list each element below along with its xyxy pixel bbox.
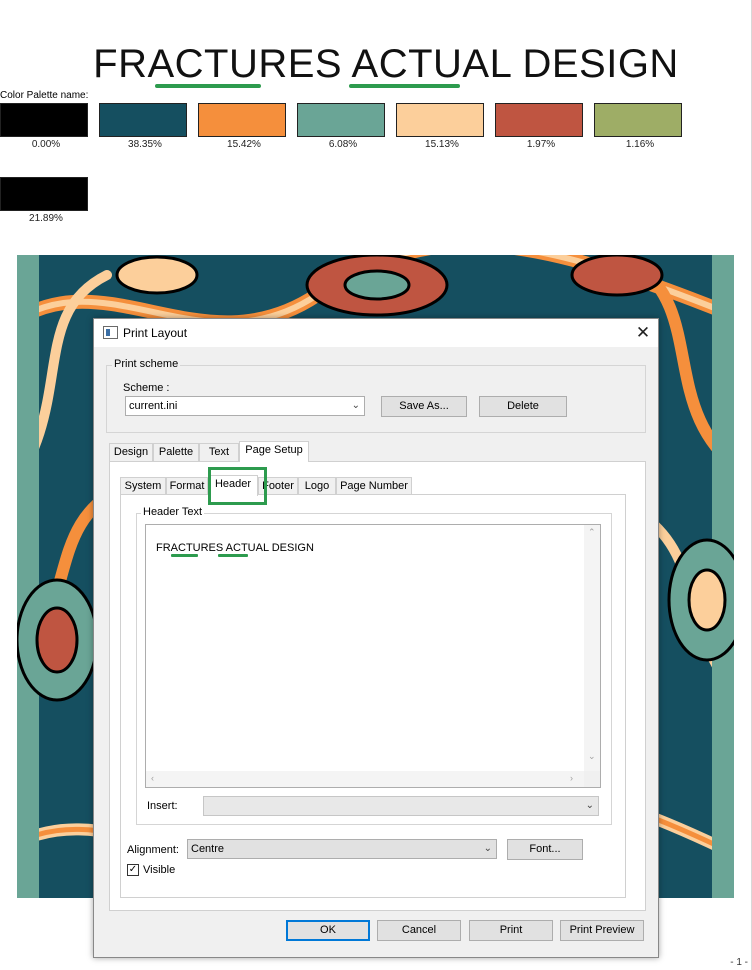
print-layout-dialog: Print Layout ✕ Print scheme Scheme : cur… bbox=[93, 318, 659, 958]
palette-percent: 1.97% bbox=[526, 139, 556, 150]
dialog-titlebar[interactable]: Print Layout ✕ bbox=[94, 319, 658, 347]
chevron-down-icon: ⌄ bbox=[483, 843, 492, 854]
header-panel: Header Text FRACTURES ACTUAL DESIGN ⌃ ⌄ … bbox=[120, 494, 626, 898]
alignment-value: Centre bbox=[191, 843, 225, 855]
title-underline-1 bbox=[155, 84, 261, 88]
text-underline-1 bbox=[171, 554, 198, 557]
palette-label: Color Palette name: bbox=[0, 90, 89, 101]
header-text-group: Header Text FRACTURES ACTUAL DESIGN ⌃ ⌄ … bbox=[136, 506, 612, 825]
scrollbar-corner bbox=[584, 771, 600, 787]
tab-page-setup[interactable]: Page Setup bbox=[239, 441, 309, 462]
close-button[interactable]: ✕ bbox=[628, 319, 658, 347]
palette-swatch bbox=[594, 103, 682, 137]
check-icon: ✓ bbox=[128, 864, 138, 875]
alignment-dropdown[interactable]: Centre ⌄ bbox=[187, 839, 497, 859]
scheme-dropdown[interactable]: current.ini ⌄ bbox=[125, 396, 365, 416]
palette-percent: 15.13% bbox=[425, 139, 459, 150]
dialog-title: Print Layout bbox=[123, 326, 188, 340]
cancel-button[interactable]: Cancel bbox=[377, 920, 461, 941]
font-button[interactable]: Font... bbox=[507, 839, 583, 860]
page-setup-panel: System Format Header Footer Logo Page Nu… bbox=[109, 461, 646, 911]
visible-checkbox[interactable]: ✓ bbox=[127, 864, 139, 876]
scheme-label: Scheme : bbox=[123, 382, 170, 394]
scroll-down-icon[interactable]: ⌄ bbox=[588, 751, 596, 762]
vertical-scrollbar[interactable]: ⌃ ⌄ bbox=[584, 525, 600, 771]
palette-percent: 38.35% bbox=[128, 139, 162, 150]
palette-swatch bbox=[99, 103, 187, 137]
palette-swatch bbox=[0, 177, 88, 211]
text-underline-2 bbox=[218, 554, 248, 557]
palette-swatch bbox=[396, 103, 484, 137]
visible-label: Visible bbox=[143, 864, 176, 876]
palette-percent: 1.16% bbox=[625, 139, 655, 150]
chevron-down-icon: ⌄ bbox=[351, 400, 360, 411]
print-scheme-group: Print scheme Scheme : current.ini ⌄ Save… bbox=[106, 358, 646, 433]
alignment-label: Alignment: bbox=[127, 844, 179, 856]
palette-percent: 15.42% bbox=[227, 139, 261, 150]
title-underline-2 bbox=[349, 84, 460, 88]
tab-format[interactable]: Format bbox=[166, 477, 208, 495]
ok-button[interactable]: OK bbox=[286, 920, 370, 941]
horizontal-scrollbar[interactable]: ‹ › bbox=[146, 771, 584, 787]
tab-design[interactable]: Design bbox=[109, 443, 153, 461]
palette-percent: 6.08% bbox=[328, 139, 358, 150]
header-text-label: Header Text bbox=[141, 506, 205, 518]
scheme-value: current.ini bbox=[129, 400, 178, 412]
tab-palette[interactable]: Palette bbox=[153, 443, 199, 461]
palette-percent: 21.89% bbox=[29, 213, 63, 224]
print-button[interactable]: Print bbox=[469, 920, 553, 941]
page-number: - 1 - bbox=[730, 957, 748, 968]
palette-swatch bbox=[0, 103, 88, 137]
chevron-down-icon: ⌄ bbox=[585, 800, 594, 811]
tab-system[interactable]: System bbox=[120, 477, 166, 495]
print-preview-button[interactable]: Print Preview bbox=[560, 920, 644, 941]
tab-logo[interactable]: Logo bbox=[298, 477, 336, 495]
main-tab-bar: Design Palette Text Page Setup bbox=[109, 441, 649, 462]
insert-dropdown[interactable]: ⌄ bbox=[203, 796, 599, 816]
save-as-button[interactable]: Save As... bbox=[381, 396, 467, 417]
window-icon bbox=[103, 326, 118, 339]
tab-text[interactable]: Text bbox=[199, 443, 239, 461]
scroll-right-icon[interactable]: › bbox=[570, 773, 573, 783]
scroll-up-icon[interactable]: ⌃ bbox=[588, 527, 596, 538]
document-title: FRACTURES ACTUAL DESIGN bbox=[93, 42, 679, 86]
palette-percent: 0.00% bbox=[31, 139, 61, 150]
insert-label: Insert: bbox=[147, 800, 178, 812]
close-icon: ✕ bbox=[635, 323, 651, 342]
palette-swatch bbox=[495, 103, 583, 137]
print-scheme-label: Print scheme bbox=[112, 358, 181, 370]
scroll-left-icon[interactable]: ‹ bbox=[151, 773, 154, 783]
header-text-input[interactable]: FRACTURES ACTUAL DESIGN ⌃ ⌄ ‹ › bbox=[145, 524, 601, 788]
tab-page-number[interactable]: Page Number bbox=[336, 477, 412, 495]
header-text-content: FRACTURES ACTUAL DESIGN bbox=[156, 542, 314, 554]
header-tab-highlight bbox=[208, 467, 267, 505]
palette-swatch bbox=[297, 103, 385, 137]
delete-button[interactable]: Delete bbox=[479, 396, 567, 417]
palette-swatch bbox=[198, 103, 286, 137]
